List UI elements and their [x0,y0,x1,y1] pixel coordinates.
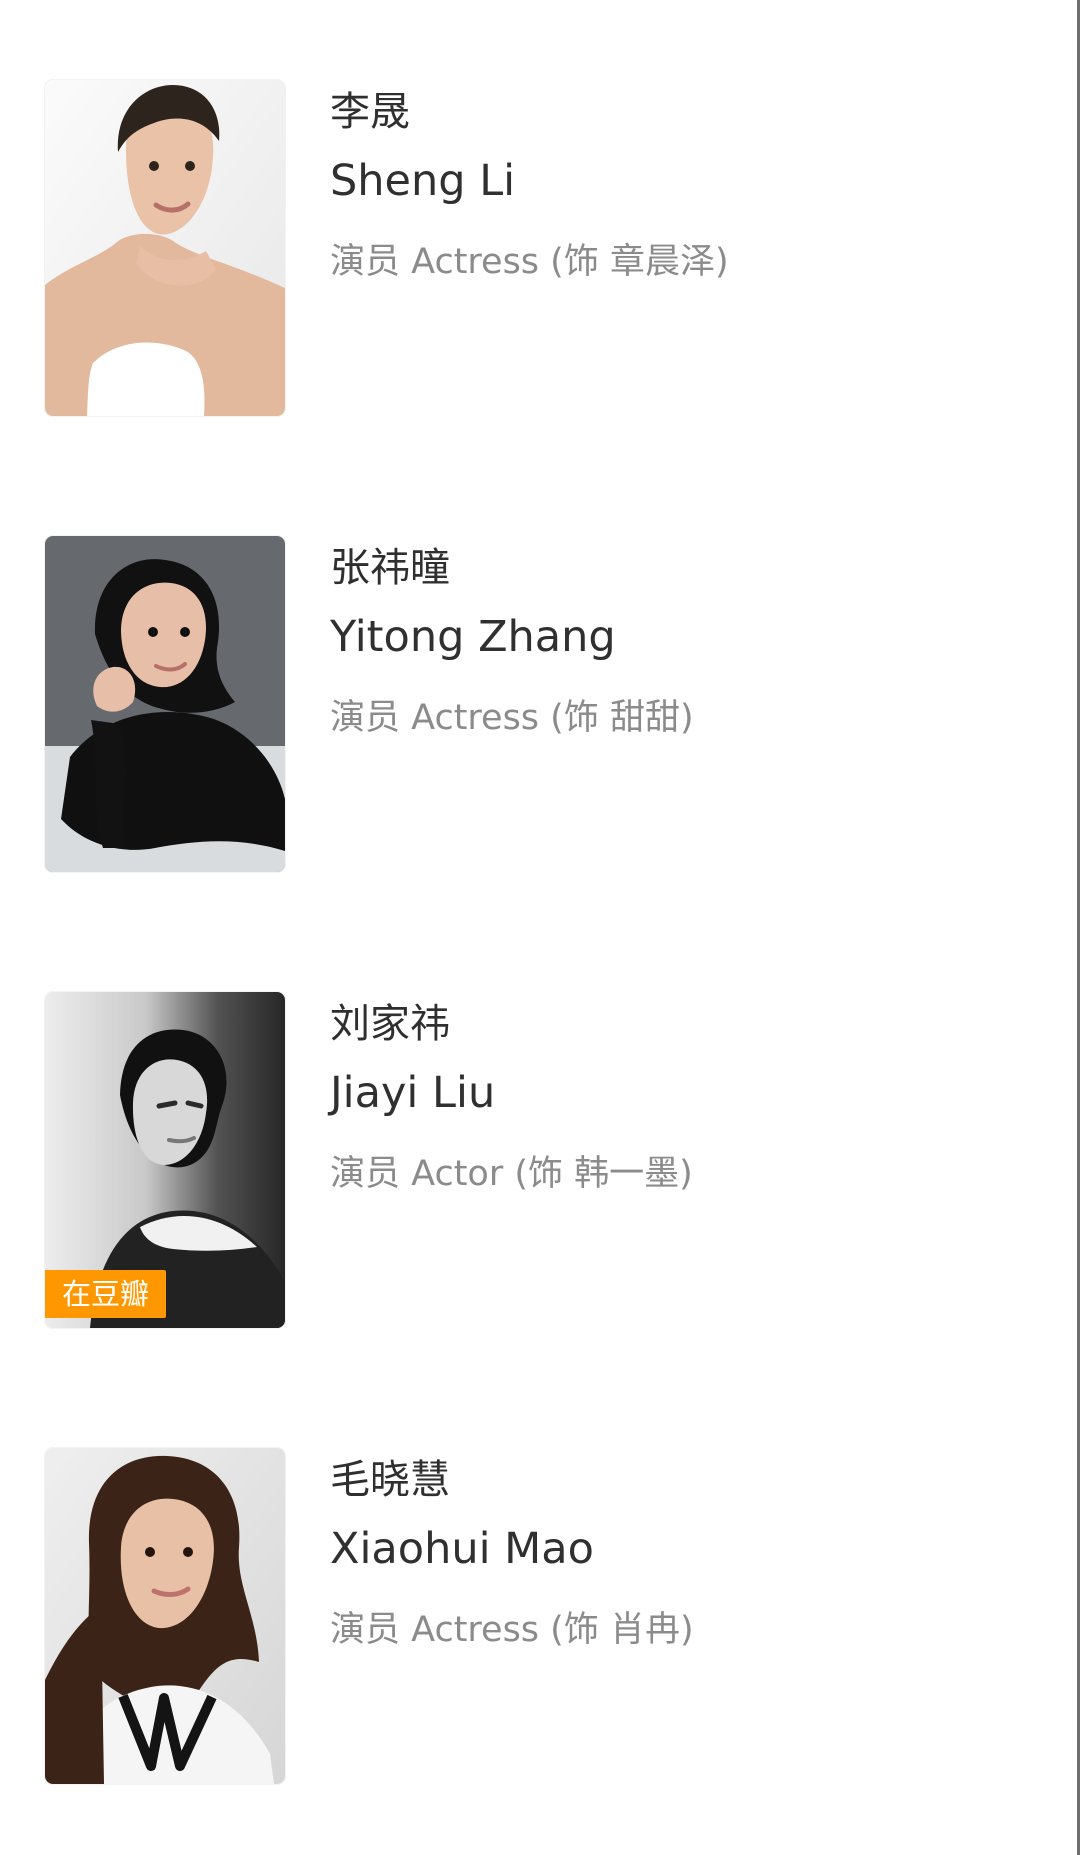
cast-member-details: 张祎曈 Yitong Zhang 演员 Actress (饰 甜甜) [330,542,1020,741]
cast-list: 李晟 Sheng Li 演员 Actress (饰 章晨泽) 张祎曈 Yiton… [0,0,1077,1855]
english-name[interactable]: Xiaohui Mao [330,1522,1020,1576]
cast-member-details: 毛晓慧 Xiaohui Mao 演员 Actress (饰 肖冉) [330,1454,1020,1653]
role-description: 演员 Actress (饰 甜甜) [330,698,694,738]
cast-member-card[interactable]: 在豆瓣 刘家祎 Jiayi Liu 演员 Actor (饰 韩一墨) [45,992,1025,1328]
cast-member-portrait[interactable]: 在豆瓣 [45,992,285,1328]
cast-member-details: 李晟 Sheng Li 演员 Actress (饰 章晨泽) [330,86,1020,285]
english-name[interactable]: Jiayi Liu [330,1066,1020,1120]
person-portrait-icon [45,80,285,416]
chinese-name[interactable]: 李晟 [330,86,1020,138]
role-description: 演员 Actor (饰 韩一墨) [330,1154,693,1194]
cast-member-portrait[interactable] [45,80,285,416]
chinese-name[interactable]: 张祎曈 [330,542,1020,594]
english-name[interactable]: Sheng Li [330,154,1020,208]
chinese-name[interactable]: 毛晓慧 [330,1454,1020,1506]
cast-member-card[interactable]: 张祎曈 Yitong Zhang 演员 Actress (饰 甜甜) [45,536,1025,872]
cast-member-card[interactable]: 李晟 Sheng Li 演员 Actress (饰 章晨泽) [45,80,1025,416]
person-portrait-icon [45,1448,285,1784]
cast-member-card[interactable]: 毛晓慧 Xiaohui Mao 演员 Actress (饰 肖冉) [45,1448,1025,1784]
cast-member-details: 刘家祎 Jiayi Liu 演员 Actor (饰 韩一墨) [330,998,1020,1197]
cast-member-portrait[interactable] [45,536,285,872]
role-description: 演员 Actress (饰 章晨泽) [330,242,729,282]
chinese-name[interactable]: 刘家祎 [330,998,1020,1050]
role-description: 演员 Actress (饰 肖冉) [330,1610,694,1650]
cast-member-portrait[interactable] [45,1448,285,1784]
person-portrait-icon [45,536,285,872]
english-name[interactable]: Yitong Zhang [330,610,1020,664]
douban-badge[interactable]: 在豆瓣 [45,1270,167,1318]
